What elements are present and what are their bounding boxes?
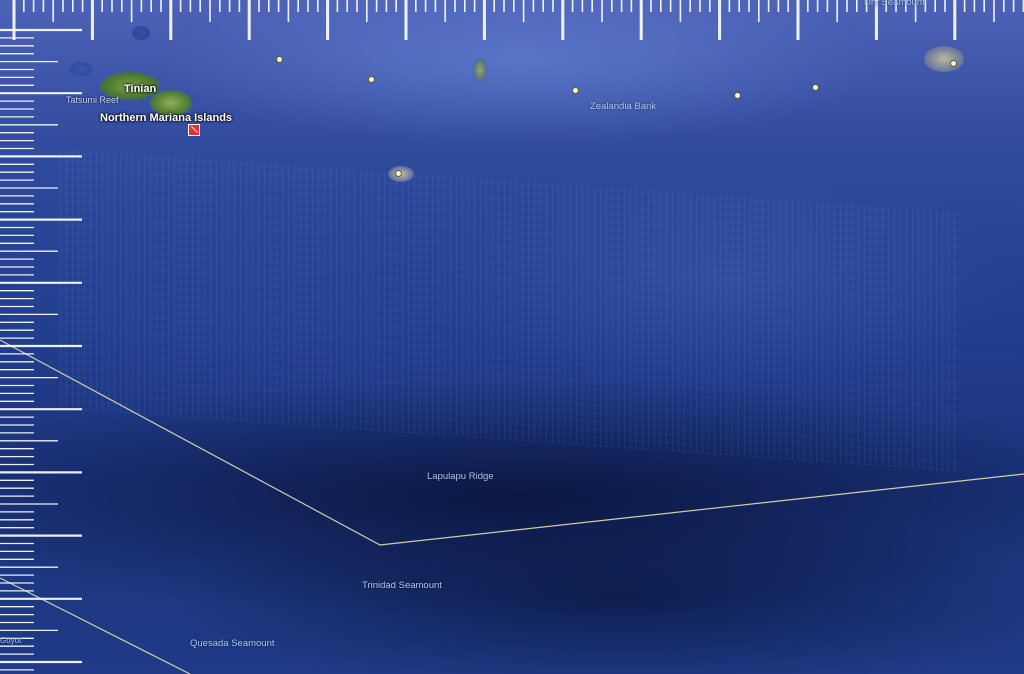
label-top-right-partial[interactable]: Dry Seamount [864, 0, 925, 8]
small-islet [924, 46, 964, 72]
aguijan-island [70, 62, 92, 76]
label-northern-mariana-islands[interactable]: Northern Mariana Islands [100, 112, 232, 124]
sonar-survey-texture [60, 148, 960, 472]
label-lapulapu-ridge[interactable]: Lapulapu Ridge [427, 471, 494, 482]
seamount-dot-icon[interactable] [395, 170, 402, 177]
small-islet [473, 58, 487, 82]
seamount-dot-icon[interactable] [812, 84, 819, 91]
seamount-dot-icon[interactable] [368, 76, 375, 83]
label-guyot-partial[interactable]: Guyot [0, 636, 21, 645]
label-tatsumi-reef[interactable]: Tatsumi Reef [66, 95, 119, 105]
seamount-dot-icon[interactable] [734, 92, 741, 99]
label-trinidad-seamount[interactable]: Trinidad Seamount [362, 580, 442, 591]
label-tinian[interactable]: Tinian [124, 83, 156, 95]
small-islet [132, 26, 150, 40]
seamount-dot-icon[interactable] [276, 56, 283, 63]
eez-boundary-line-lower [0, 577, 191, 674]
ocean-floor-map[interactable]: Tinian Northern Mariana Islands Tatsumi … [0, 0, 1024, 674]
red-square-marker-icon[interactable] [188, 124, 200, 136]
seamount-dot-icon[interactable] [572, 87, 579, 94]
label-zealandia-bank[interactable]: Zealandia Bank [590, 101, 656, 112]
seamount-dot-icon[interactable] [950, 60, 957, 67]
label-quesada-seamount[interactable]: Quesada Seamount [190, 638, 275, 649]
